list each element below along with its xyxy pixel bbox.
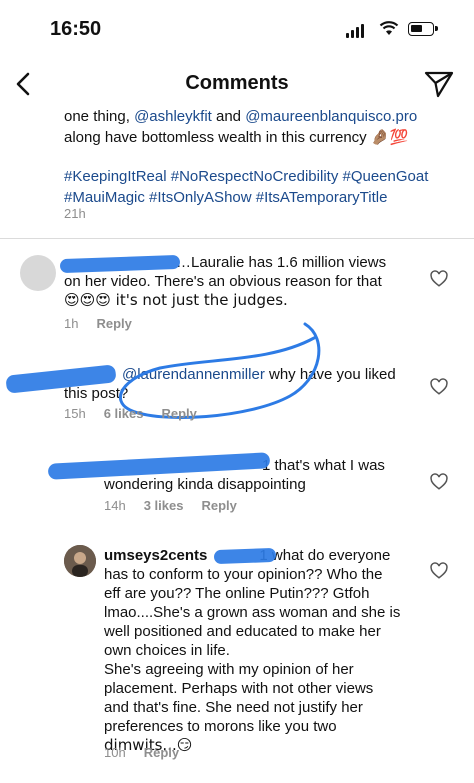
like-heart-icon[interactable] [430,378,448,396]
battery-icon [408,22,438,36]
comment-text: umseys2cents 1 what do everyone has to co… [104,546,414,755]
comment-line: placement. Perhaps with not other views [104,680,374,697]
comment-timestamp: 10h [104,745,126,760]
comment-line: has to conform to your opinion?? Who the [104,566,383,583]
caption-hashtags[interactable]: #KeepingItReal #NoRespectNoCredibility #… [64,166,444,208]
hashtags-line-1[interactable]: #KeepingItReal #NoRespectNoCredibility #… [64,166,444,187]
mention-link[interactable]: @ashleykfit [134,108,212,125]
reply-button[interactable]: Reply [201,498,236,513]
caption-line-1: one thing, @ashleykfit and @maureenblanq… [64,106,444,127]
caption-line-2: along have bottomless wealth in this cur… [64,129,409,146]
wifi-icon [379,21,399,35]
avatar[interactable] [64,545,96,577]
comment-meta: 15h 6 likes Reply [64,406,197,421]
divider [0,238,474,239]
status-bar: 16:50 [0,0,474,58]
caption-text: and [211,108,246,125]
comment-username[interactable]: umseys2cents [104,547,207,564]
comment-line: 😍😍😍 it's not just the judges. [64,291,288,309]
status-time: 16:50 [50,18,102,40]
comment-timestamp: 15h [64,406,86,421]
mention-link[interactable]: @maureenblanquisco.pro [245,108,417,125]
comment-line: own choices in life. [104,642,230,659]
comment-line: lmao....She's a grown ass woman and she … [104,604,401,621]
like-heart-icon[interactable] [430,473,448,491]
like-heart-icon[interactable] [430,270,448,288]
post-caption: one thing, @ashleykfit and @maureenblanq… [64,106,444,208]
caption-timestamp: 21h [64,206,86,221]
navigation-bar: Comments [0,58,474,108]
likes-count[interactable]: 6 likes [104,406,144,421]
send-icon[interactable] [424,70,454,98]
comment-line: She's agreeing with my opinion of her [104,661,354,678]
avatar[interactable] [20,255,56,291]
redaction-mark [213,547,277,565]
comment-line: eff are you?? The online Putin??? Gtfoh [104,585,370,602]
reply-button[interactable]: Reply [161,406,196,421]
likes-count[interactable]: 3 likes [144,498,184,513]
comment-line: preferences to morons like you two [104,718,337,735]
cellular-signal-icon [346,24,364,38]
comment-line: on her video. There's an obvious reason … [64,273,382,290]
like-heart-icon[interactable] [430,562,448,580]
reply-button[interactable]: Reply [144,745,179,760]
comment-meta: 10h Reply [104,745,179,760]
avatar-image [64,545,96,577]
hashtags-line-2[interactable]: #MauiMagic #ItsOnlyAShow #ItsATemporaryT… [64,187,444,208]
comment-line: well positioned and educated to make her [104,623,381,640]
comment-meta: 14h 3 likes Reply [104,498,237,513]
comment-line: wondering kinda disappointing [104,476,306,493]
comment-timestamp: 1h [64,316,79,331]
comment-timestamp: 14h [104,498,126,513]
page-title: Comments [185,72,289,94]
comment-line: and that's fine. She need not justify he… [104,699,363,716]
caption-text: one thing, [64,108,135,125]
comment-text-part: 1 what do everyone [259,547,391,564]
